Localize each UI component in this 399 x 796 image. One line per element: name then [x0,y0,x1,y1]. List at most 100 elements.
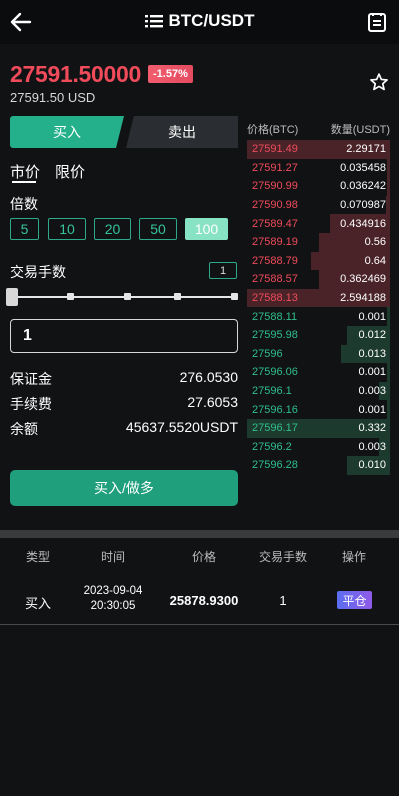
order-price: 27596.06 [252,366,298,379]
position-qty: 1 [279,593,287,608]
leverage-option-20[interactable]: 20 [94,218,131,240]
order-price: 27596.17 [252,422,298,435]
col-time-header: 时间 [100,550,125,564]
position-type: 买入 [24,596,51,611]
col-type-header: 类型 [25,550,50,564]
order-price: 27596.28 [252,459,298,472]
position-time: 20:30:05 [90,600,136,612]
leverage-label: 倍数 [10,196,38,212]
usd-price: 27591.50 USD [10,90,96,105]
bid-row[interactable]: 27596.16 0.001 [247,400,390,419]
order-amount: 0.010 [358,459,386,472]
order-amount: 0.001 [358,403,386,416]
change-badge: -1.57% [148,65,193,83]
quantity-input[interactable] [10,319,238,353]
order-type-market[interactable]: 市价 [10,161,40,182]
slider-step[interactable] [124,293,131,300]
fee-label: 手续费 [10,396,52,412]
order-price: 27590.99 [252,180,298,193]
order-book: 价格(BTC) 数量(USDT) 27591.49 2.29171 27591.27… [247,118,390,504]
order-amount: 0.003 [358,385,386,398]
balance-label: 余额 [10,421,38,437]
order-price: 27589.47 [252,217,298,230]
order-price: 27588.79 [252,254,298,267]
order-amount: 2.594188 [340,292,386,305]
bid-row[interactable]: 27596.17 0.332 [247,418,390,438]
buy-long-button[interactable]: 买入/做多 [10,470,238,506]
margin-value: 276.0530 [179,369,238,385]
quantity-slider-thumb[interactable] [6,288,18,306]
last-price: 27591.50000 [10,61,142,87]
slider-step[interactable] [67,293,74,300]
order-type-limit[interactable]: 限价 [55,161,85,182]
order-amount: 0.070987 [340,199,386,212]
col-price-header: 价格 [191,550,216,564]
order-book-rows: 27591.49 2.29171 27591.27 0.035458 27590.99 0… [247,140,390,475]
order-price: 27590.98 [252,199,298,212]
order-amount: 2.29171 [346,143,386,156]
ask-row[interactable]: 27588.13 2.594188 [247,288,390,308]
close-position-button[interactable]: 平仓 [337,591,372,609]
title-group: BTC/USDT [0,11,399,31]
section-divider [0,530,399,538]
order-price: 27591.49 [252,143,298,156]
leverage-option-5[interactable]: 5 [10,218,39,240]
col-action-header: 操作 [341,550,366,564]
ask-row[interactable]: 27589.19 0.56 [247,232,390,252]
ask-row[interactable]: 27591.49 2.29171 [247,140,390,159]
page-title: BTC/USDT [168,11,255,30]
order-price: 27595.98 [252,329,298,342]
order-amount: 0.001 [358,366,386,379]
bid-row[interactable]: 27596.28 0.010 [247,456,390,475]
order-amount: 0.434916 [340,217,386,230]
position-price: 25878.9300 [169,593,239,608]
balance-value: 45637.5520USDT [125,419,238,435]
bid-row[interactable]: 27596.1 0.003 [247,381,390,401]
bid-row[interactable]: 27596.2 0.003 [247,437,390,457]
leverage-option-100[interactable]: 100 [185,218,228,240]
order-amount: 0.036242 [340,180,386,193]
order-price: 27591.27 [252,161,298,174]
document-icon[interactable] [367,12,387,32]
order-amount: 0.332 [358,422,386,435]
order-amount: 0.64 [364,254,386,267]
position-date: 2023-09-04 [83,585,143,597]
order-amount: 0.003 [358,440,386,453]
leverage-option-50[interactable]: 50 [139,218,177,240]
ask-row[interactable]: 27589.47 0.434916 [247,214,390,233]
bid-row[interactable]: 27596.06 0.001 [247,363,390,382]
slider-step[interactable] [174,293,181,300]
quantity-badge: 1 [209,262,237,279]
star-icon[interactable] [369,72,389,92]
ask-row[interactable]: 27588.79 0.64 [247,251,390,271]
ask-row[interactable]: 27588.57 0.362469 [247,270,390,289]
order-amount: 0.035458 [340,161,386,174]
leverage-option-10[interactable]: 10 [48,218,86,240]
ask-row[interactable]: 27590.98 0.070987 [247,195,390,215]
ask-row[interactable]: 27591.27 0.035458 [247,158,390,178]
bid-row[interactable]: 27588.11 0.001 [247,307,390,326]
ask-row[interactable]: 27590.99 0.036242 [247,177,390,196]
row-divider [0,624,399,625]
tab-sell[interactable]: 卖出 [126,116,238,148]
order-price: 27596.1 [252,385,292,398]
quantity-label: 交易手数 [10,264,66,280]
col-qty-header: 交易手数 [258,550,307,564]
amount-column-header: 数量(USDT) [330,124,390,136]
order-amount: 0.56 [364,236,386,249]
order-price: 27596.2 [252,440,292,453]
list-icon[interactable] [144,13,163,29]
order-book-header: 价格(BTC) 数量(USDT) [247,118,390,140]
tab-buy[interactable]: 买入 [10,116,124,148]
bid-row[interactable]: 27595.98 0.012 [247,325,390,345]
bid-row[interactable]: 27596 0.013 [247,344,390,364]
order-price: 27596.16 [252,403,298,416]
order-amount: 0.013 [358,347,386,360]
price-column-header: 价格(BTC) [247,124,299,136]
order-price: 27588.57 [252,273,298,286]
order-amount: 0.001 [358,310,386,323]
order-amount: 0.362469 [340,273,386,286]
quantity-slider-track[interactable] [12,296,234,298]
slider-step[interactable] [231,293,238,300]
margin-label: 保证金 [10,371,52,387]
